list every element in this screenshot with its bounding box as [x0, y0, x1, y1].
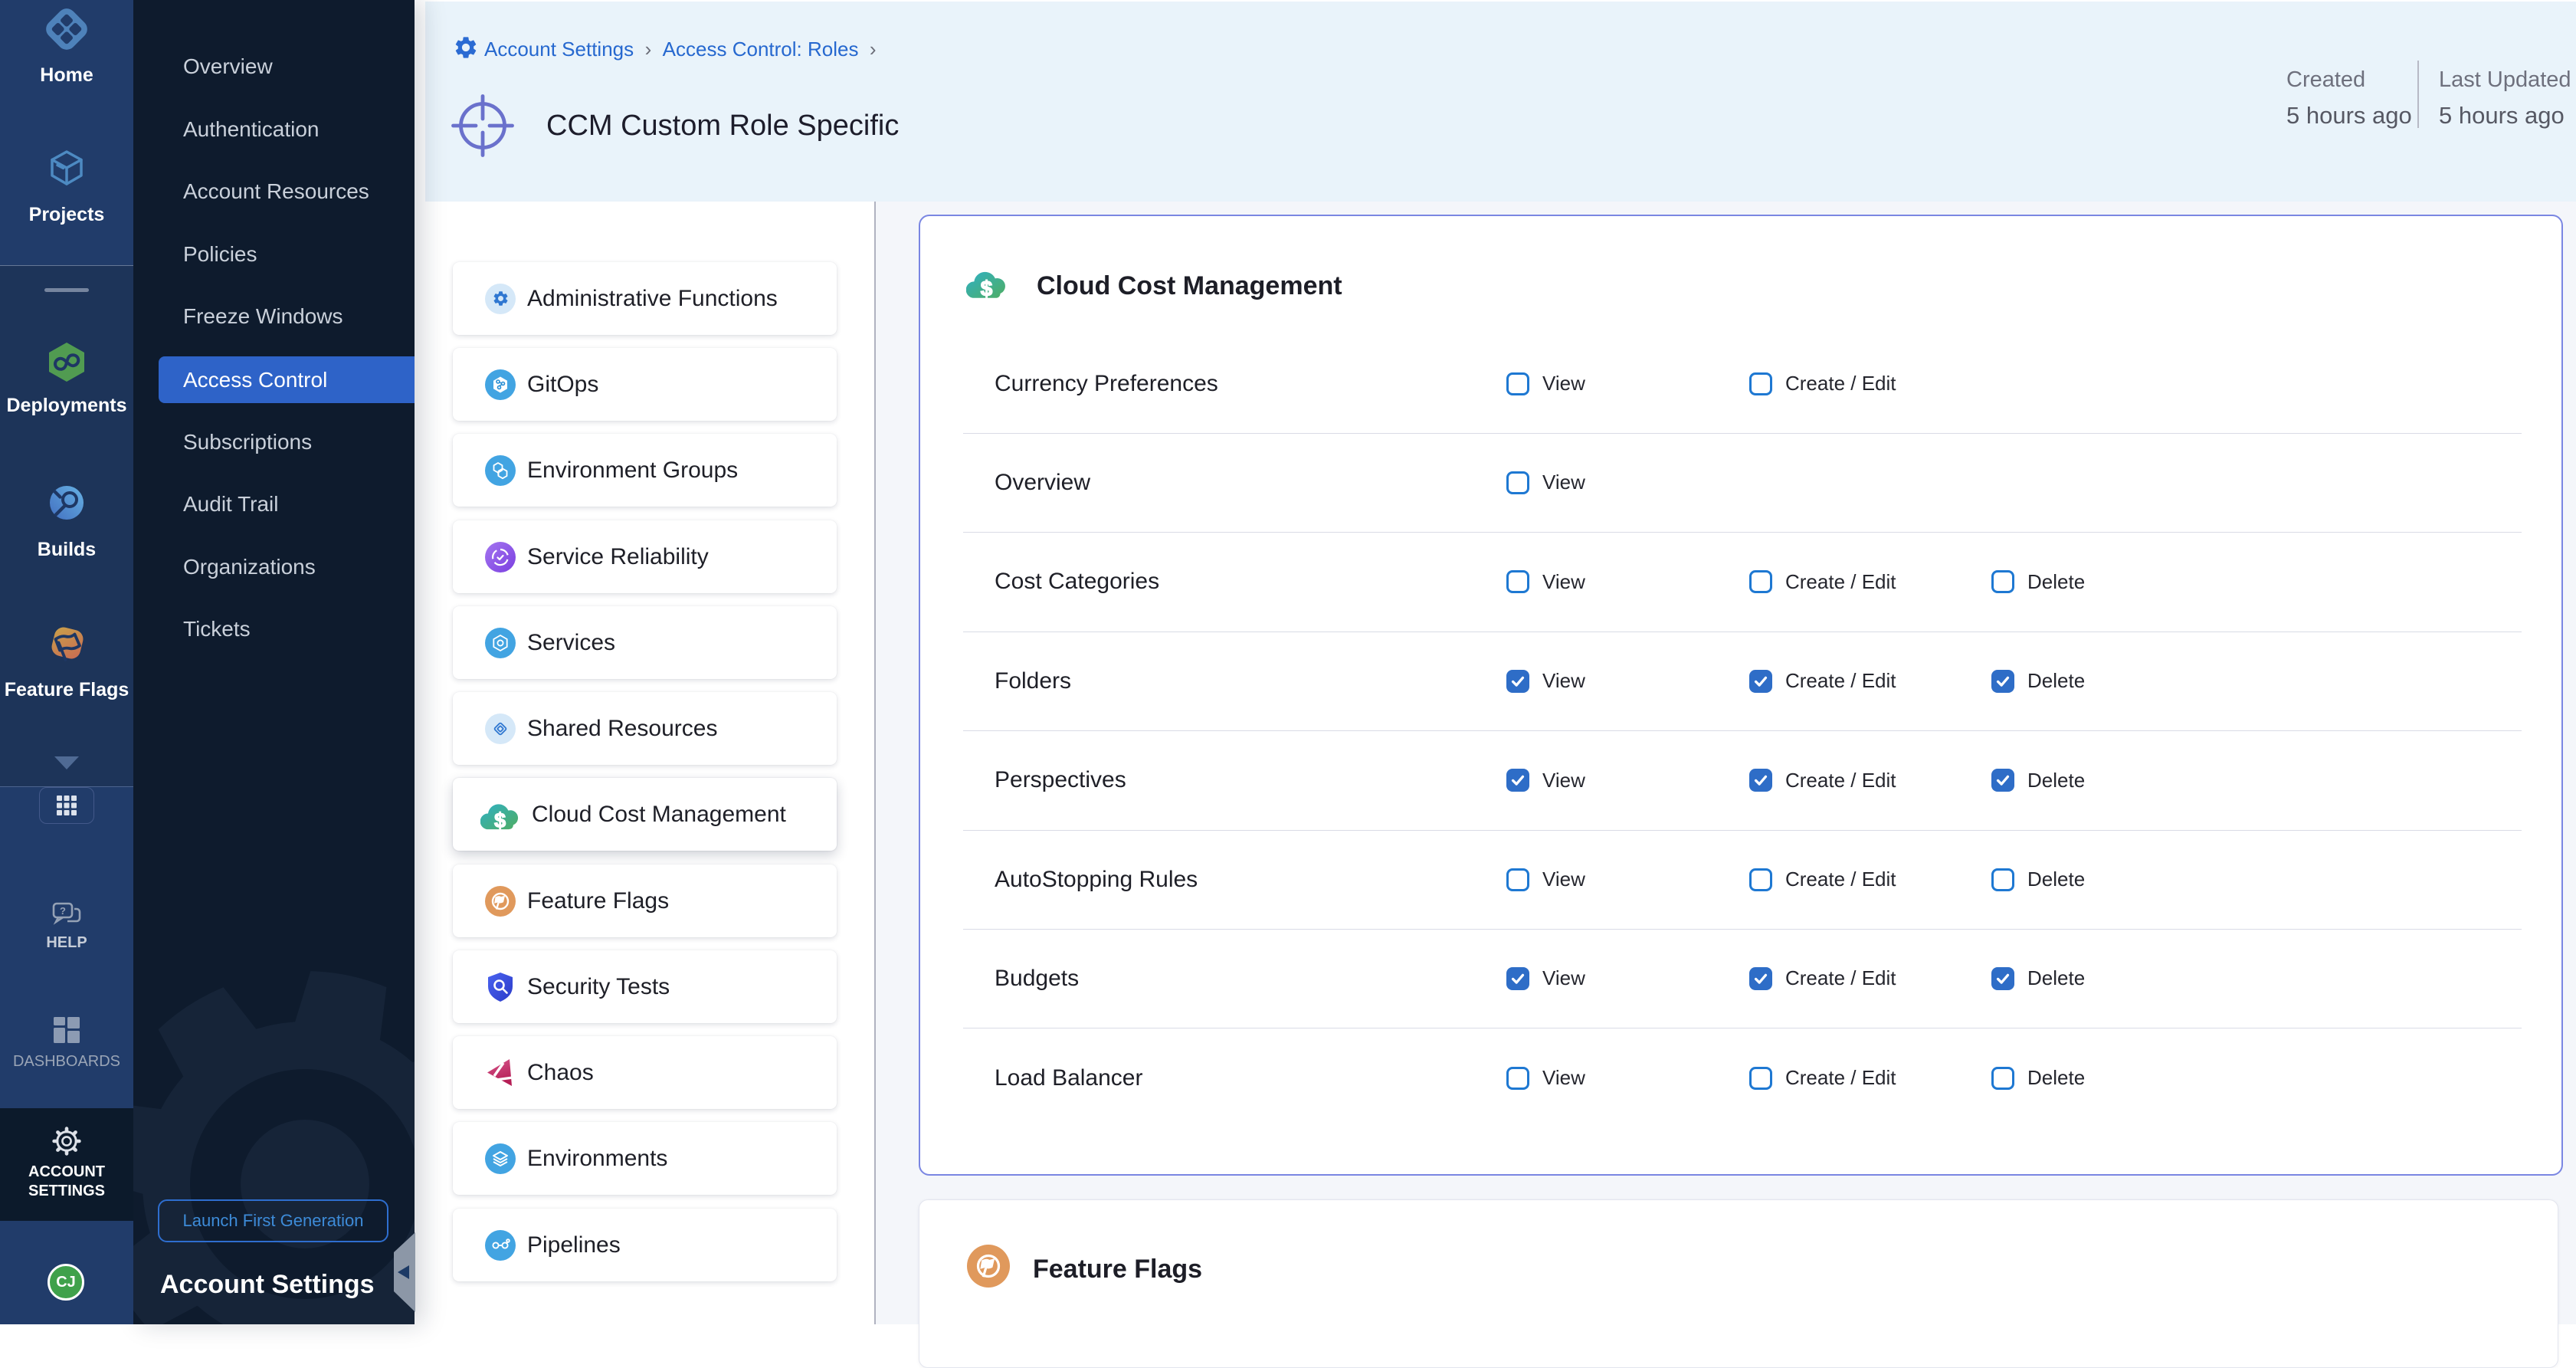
svg-text:$: $ — [494, 809, 506, 832]
svg-text:$: $ — [981, 277, 993, 300]
svg-text:?: ? — [60, 905, 66, 917]
